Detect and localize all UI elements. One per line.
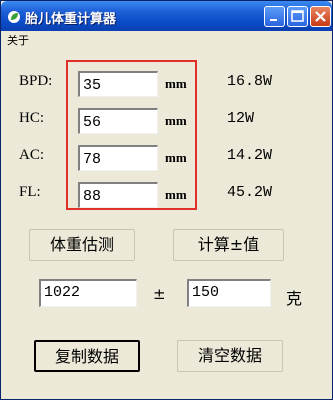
app-window: 胎儿体重计算器 关于 BPD: 35 mm 16.8W HC: 56 mm 12… xyxy=(0,0,333,400)
minimize-button[interactable] xyxy=(264,6,285,27)
close-button[interactable] xyxy=(310,6,331,27)
weight-output[interactable]: 1022 xyxy=(39,279,137,307)
plus-minus-symbol: ± xyxy=(153,285,166,303)
ac-result: 14.2W xyxy=(227,147,273,164)
menu-bar: 关于 xyxy=(1,31,332,47)
copy-data-button[interactable]: 复制数据 xyxy=(34,340,140,372)
fl-label: FL: xyxy=(19,184,41,200)
maximize-icon xyxy=(291,10,304,22)
calc-range-button[interactable]: 计算±值 xyxy=(173,229,284,261)
gram-unit: 克 xyxy=(286,289,303,308)
window-title: 胎儿体重计算器 xyxy=(25,12,117,27)
title-bar[interactable]: 胎儿体重计算器 xyxy=(1,1,332,31)
leaf-icon xyxy=(7,9,21,23)
fl-result: 45.2W xyxy=(227,184,273,201)
bpd-result: 16.8W xyxy=(227,73,273,90)
hc-label: HC: xyxy=(19,110,45,126)
ac-label: AC: xyxy=(19,147,45,163)
estimate-weight-button[interactable]: 体重估测 xyxy=(29,229,135,261)
highlight-box xyxy=(66,60,197,210)
bpd-label: BPD: xyxy=(19,73,53,89)
range-output[interactable]: 150 xyxy=(187,279,271,307)
close-icon xyxy=(315,11,326,22)
clear-data-button[interactable]: 清空数据 xyxy=(177,340,283,372)
menu-about[interactable]: 关于 xyxy=(7,32,29,48)
maximize-button[interactable] xyxy=(287,6,308,27)
minimize-icon xyxy=(270,19,277,21)
hc-result: 12W xyxy=(227,110,255,127)
